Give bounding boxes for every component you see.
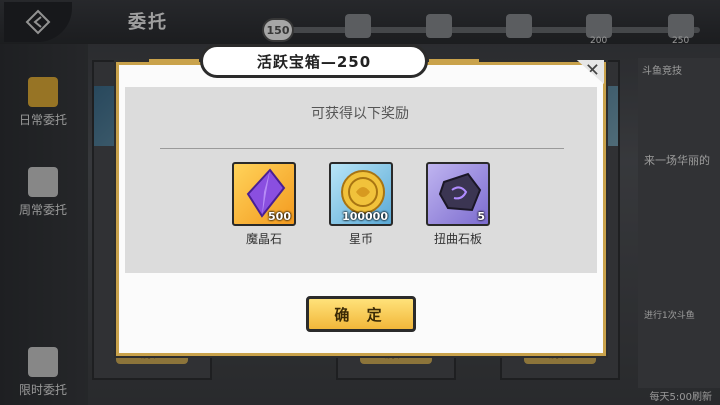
reward-tile: 100000 (329, 162, 393, 226)
confirm-button[interactable]: 确 定 (306, 296, 416, 332)
dialog-subtitle: 可获得以下奖励 (311, 106, 409, 122)
dialog-header: 活跃宝箱—250 (149, 44, 479, 78)
reward-name: 扭曲石板 (433, 232, 482, 246)
reward-item[interactable]: 100000 星币 (329, 162, 393, 247)
confirm-label: 确 定 (334, 305, 388, 324)
reward-count: 500 (268, 210, 291, 223)
reward-name: 魔晶石 (245, 232, 282, 246)
reward-tile: 500 (232, 162, 296, 226)
reward-count: 100000 (342, 210, 388, 223)
reward-item[interactable]: 5 扭曲石板 (426, 162, 490, 247)
divider (160, 148, 564, 149)
reward-name: 星币 (348, 232, 373, 246)
reward-item[interactable]: 500 魔晶石 (232, 162, 296, 247)
reward-count: 5 (477, 210, 485, 223)
dialog-title: 活跃宝箱—250 (256, 52, 372, 71)
reward-tile: 5 (426, 162, 490, 226)
